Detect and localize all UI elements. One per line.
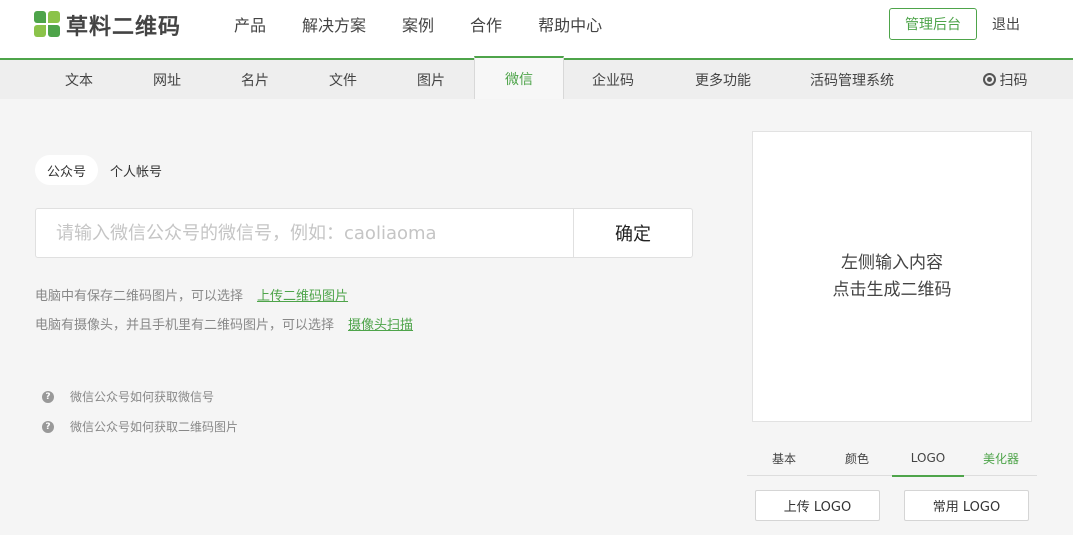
admin-console-button[interactable]: 管理后台 <box>889 8 977 40</box>
logout-link[interactable]: 退出 <box>992 14 1020 34</box>
tab-business-card[interactable]: 名片 <box>228 60 282 99</box>
scan-label: 扫码 <box>999 72 1028 89</box>
camera-icon <box>982 73 996 86</box>
nav-item-help-center[interactable]: 帮助中心 <box>538 12 602 36</box>
style-tabs: 基本 颜色 LOGO 美化器 <box>747 440 1037 477</box>
top-header: 草料二维码 产品 解决方案 案例 合作 帮助中心 管理后台 退出 <box>0 0 1073 58</box>
wechat-id-input[interactable] <box>36 209 573 257</box>
logo-icon <box>34 11 62 39</box>
upload-logo-button[interactable]: 上传 LOGO <box>755 490 880 521</box>
preview-line-2: 点击生成二维码 <box>832 279 952 300</box>
camera-hint: 电脑有摄像头，并且手机里有二维码图片，可以选择 摄像头扫描 <box>35 314 413 333</box>
nav-item-cases[interactable]: 案例 <box>402 12 434 36</box>
upload-hint-text: 电脑中有保存二维码图片，可以选择 <box>35 289 244 304</box>
qr-preview-panel: 左侧输入内容 点击生成二维码 <box>752 131 1032 422</box>
help-link-wechat-id[interactable]: ? 微信公众号如何获取微信号 <box>42 388 214 405</box>
tab-url[interactable]: 网址 <box>140 60 194 99</box>
tab-file[interactable]: 文件 <box>316 60 370 99</box>
nav-item-products[interactable]: 产品 <box>234 12 266 36</box>
main-nav: 产品 解决方案 案例 合作 帮助中心 <box>216 0 620 48</box>
tab-wechat[interactable]: 微信 <box>474 56 564 99</box>
tab-more-features[interactable]: 更多功能 <box>688 60 758 99</box>
nav-item-solutions[interactable]: 解决方案 <box>302 12 366 36</box>
tab-image[interactable]: 图片 <box>404 60 458 99</box>
tab-beautifier[interactable]: 美化器 <box>975 440 1027 476</box>
wechat-id-form: 确定 <box>35 208 693 258</box>
brand-name: 草料二维码 <box>66 15 182 40</box>
scan-button[interactable]: 扫码 <box>975 60 1035 99</box>
help-text: 微信公众号如何获取微信号 <box>70 390 215 404</box>
camera-hint-text: 电脑有摄像头，并且手机里有二维码图片，可以选择 <box>35 318 335 333</box>
question-icon: ? <box>42 420 54 433</box>
upload-qr-image-link[interactable]: 上传二维码图片 <box>257 289 348 304</box>
upload-hint: 电脑中有保存二维码图片，可以选择 上传二维码图片 <box>35 285 348 304</box>
common-logo-button[interactable]: 常用 LOGO <box>904 490 1029 521</box>
tab-personal-account[interactable]: 个人帐号 <box>98 155 174 185</box>
confirm-button[interactable]: 确定 <box>573 209 692 257</box>
question-icon: ? <box>42 390 54 403</box>
tab-official-account[interactable]: 公众号 <box>35 155 99 185</box>
help-link-qr-image[interactable]: ? 微信公众号如何获取二维码图片 <box>42 418 238 435</box>
nav-item-partners[interactable]: 合作 <box>470 12 502 36</box>
tab-basic[interactable]: 基本 <box>759 440 809 476</box>
category-tabs: 文本 网址 名片 文件 图片 微信 企业码 更多功能 活码管理系统 扫码 <box>0 56 1073 99</box>
help-text: 微信公众号如何获取二维码图片 <box>70 420 239 434</box>
camera-scan-link[interactable]: 摄像头扫描 <box>348 318 413 333</box>
tab-enterprise-code[interactable]: 企业码 <box>582 60 644 99</box>
tab-text[interactable]: 文本 <box>52 60 106 99</box>
tab-color[interactable]: 颜色 <box>832 440 882 476</box>
site-logo[interactable]: 草料二维码 <box>34 10 181 40</box>
preview-line-1: 左侧输入内容 <box>841 252 943 273</box>
account-type-tabs: 公众号 个人帐号 <box>35 155 174 185</box>
tab-logo[interactable]: LOGO <box>892 440 964 477</box>
tab-live-code-system[interactable]: 活码管理系统 <box>800 60 904 99</box>
